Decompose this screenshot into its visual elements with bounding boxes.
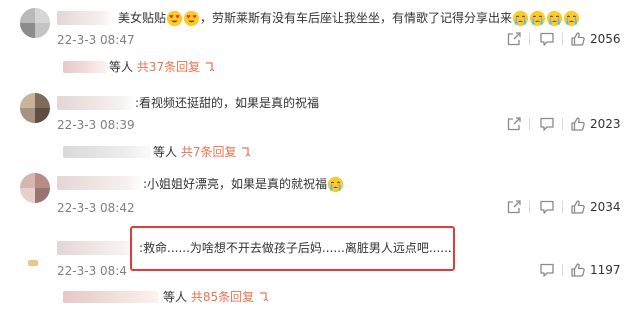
like-icon xyxy=(571,263,585,277)
comment-date: 22-3-3 08:42 xyxy=(57,201,135,215)
like-count: 1197 xyxy=(590,263,621,277)
username-blurred[interactable] xyxy=(57,241,137,255)
divider xyxy=(562,264,563,276)
comment-text: 美女贴贴 ，劳斯莱斯有没有车后座让我坐坐，有情歌了记得分享出来 xyxy=(118,10,580,27)
reply-count-link[interactable]: 共7条回复 xyxy=(181,145,237,159)
reply-user-blurred[interactable] xyxy=(63,291,159,303)
share-icon xyxy=(507,200,521,214)
share-button[interactable] xyxy=(506,31,522,47)
crying-emoji-icon xyxy=(563,10,580,27)
like-count: 2034 xyxy=(590,200,621,214)
comment-button[interactable] xyxy=(539,262,555,278)
divider xyxy=(562,201,563,213)
comment-button[interactable] xyxy=(539,116,555,132)
like-button[interactable]: 2034 xyxy=(570,199,621,215)
like-count: 2023 xyxy=(590,117,621,131)
reply-user-blurred[interactable] xyxy=(63,146,151,158)
avatar[interactable] xyxy=(20,173,50,203)
comment-icon xyxy=(540,263,554,277)
divider xyxy=(562,118,563,130)
heart-eyes-emoji-icon xyxy=(183,10,200,27)
username-blurred[interactable] xyxy=(57,11,113,25)
comment-date: 22-3-3 08:4 xyxy=(57,264,127,278)
avatar[interactable] xyxy=(20,93,50,123)
reply-user-blurred[interactable] xyxy=(63,61,107,73)
crying-emoji-icon xyxy=(512,10,529,27)
comment-icon xyxy=(540,200,554,214)
divider xyxy=(529,118,530,130)
divider xyxy=(562,33,563,45)
comment-date: 22-3-3 08:47 xyxy=(57,33,135,47)
heart-eyes-emoji-icon xyxy=(166,10,183,27)
comment-button[interactable] xyxy=(539,31,555,47)
username-blurred[interactable] xyxy=(57,176,143,190)
replies-summary[interactable]: 等人 共37条回复 xyxy=(109,60,216,74)
share-icon xyxy=(507,117,521,131)
comment-text: :小姐姐好漂亮，如果是真的就祝福 xyxy=(143,176,344,193)
comment-button[interactable] xyxy=(539,199,555,215)
like-icon xyxy=(571,200,585,214)
reply-count-link[interactable]: 共85条回复 xyxy=(191,290,254,304)
comment-icon xyxy=(540,32,554,46)
comment-text: :看视频还挺甜的，如果是真的祝福 xyxy=(135,96,320,110)
crying-emoji-icon xyxy=(546,10,563,27)
replies-summary[interactable]: 等人 共7条回复 xyxy=(153,145,252,159)
divider xyxy=(529,33,530,45)
share-icon xyxy=(507,32,521,46)
like-icon xyxy=(571,32,585,46)
crying-emoji-icon xyxy=(327,176,344,193)
share-button[interactable] xyxy=(506,199,522,215)
reply-arrow-icon xyxy=(242,147,251,157)
avatar[interactable] xyxy=(20,242,50,272)
comment-icon xyxy=(540,117,554,131)
like-button[interactable]: 1197 xyxy=(570,262,621,278)
reply-count-link[interactable]: 共37条回复 xyxy=(137,60,200,74)
like-button[interactable]: 2056 xyxy=(570,31,621,47)
like-button[interactable]: 2023 xyxy=(570,116,621,132)
reply-arrow-icon xyxy=(259,292,269,302)
comment-date: 22-3-3 08:39 xyxy=(57,118,135,132)
like-count: 2056 xyxy=(590,32,621,46)
username-blurred[interactable] xyxy=(57,96,135,110)
divider xyxy=(529,201,530,213)
share-button[interactable] xyxy=(506,116,522,132)
reply-arrow-icon xyxy=(205,62,215,72)
like-icon xyxy=(571,117,585,131)
crying-emoji-icon xyxy=(529,10,546,27)
highlight-box xyxy=(130,226,455,271)
avatar[interactable] xyxy=(20,8,50,38)
replies-summary[interactable]: 等人 共85条回复 xyxy=(163,290,270,304)
